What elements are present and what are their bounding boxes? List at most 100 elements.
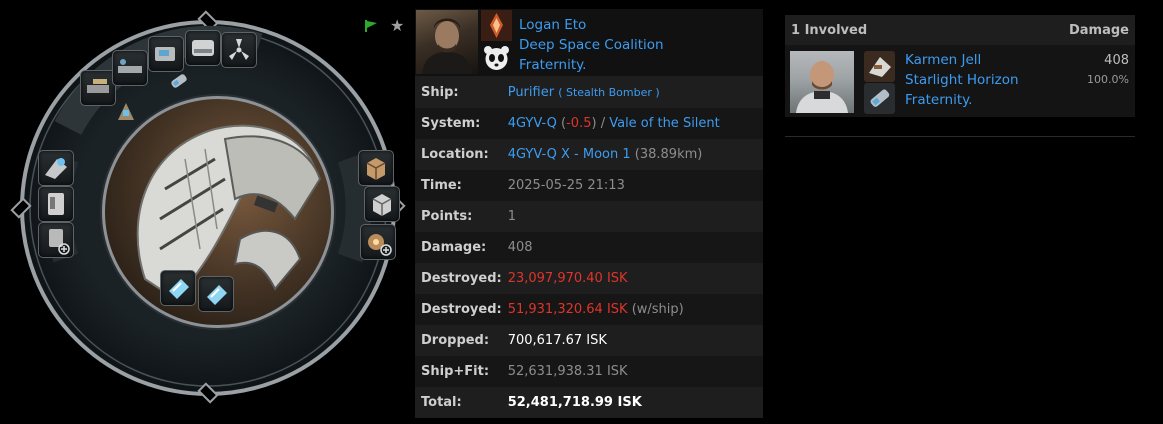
victim-header: Logan Eto Deep Space Coalition Fraternit… <box>415 9 763 77</box>
mid-slot-2[interactable] <box>38 186 74 222</box>
attacker-row: Karmen Jell Starlight Horizon Fraternity… <box>785 45 1135 117</box>
character-portrait-icon <box>796 61 848 113</box>
propeller-icon <box>229 39 249 60</box>
total-label: Total: <box>415 387 502 418</box>
involved-separator <box>785 136 1135 137</box>
cloak-icon <box>155 47 175 61</box>
attacker-portrait[interactable] <box>790 51 854 113</box>
kill-detail-panel: Logan Eto Deep Space Coalition Fraternit… <box>415 9 763 418</box>
attacker-name-link[interactable]: Karmen Jell <box>905 52 981 68</box>
ecm-icon <box>45 158 67 179</box>
high-slot-3[interactable] <box>148 36 184 72</box>
attacker-weapon-icon[interactable] <box>864 83 895 114</box>
location-distance: (38.89km) <box>634 147 703 162</box>
time-value: 2025-05-25 21:13 <box>501 170 763 201</box>
involved-count: 1 Involved <box>791 22 868 38</box>
time-label: Time: <box>415 170 502 201</box>
high-slot-4[interactable] <box>185 30 221 66</box>
destroyed-row: Destroyed: 23,097,970.40 ISK <box>415 263 763 294</box>
victim-name-link[interactable]: Logan Eto <box>519 17 586 33</box>
attacker-ship-icon[interactable] <box>864 51 895 82</box>
high-slot-5[interactable] <box>221 32 257 68</box>
destroyed-label: Destroyed: <box>415 263 502 294</box>
location-row: Location: 4GYV-Q X - Moon 1 (38.89km) <box>415 139 763 170</box>
weapon-charge-icon <box>870 89 890 107</box>
damage-column-header: Damage <box>1068 22 1129 38</box>
ship-name-link[interactable]: Purifier <box>508 85 554 100</box>
corporation-logo[interactable] <box>481 10 512 41</box>
time-row: Time: 2025-05-25 21:13 <box>415 170 763 201</box>
security-status: -0.5 <box>566 116 592 131</box>
ammo-crate-icon <box>368 234 392 256</box>
crystal-icon <box>207 285 227 305</box>
character-portrait-icon <box>422 18 472 74</box>
fitting-wheel: ★ <box>8 8 408 424</box>
region-link[interactable]: Vale of the Silent <box>609 116 720 131</box>
attacker-corporation-link[interactable]: Starlight Horizon <box>905 72 1019 88</box>
charge-slot-2[interactable] <box>198 276 234 312</box>
system-row: System: 4GYV-Q (-0.5) / Vale of the Sile… <box>415 108 763 139</box>
system-link[interactable]: 4GYV-Q <box>508 116 557 131</box>
involved-panel: 1 Involved Damage Karmen Jell Starlight … <box>785 15 1135 137</box>
corporation-logo-icon <box>481 10 512 41</box>
destroyed-value: 23,097,970.40 ISK <box>507 271 628 286</box>
kill-info-table: Ship: Purifier ( Stealth Bomber ) System… <box>415 77 763 418</box>
bomb-launcher-icon <box>192 40 214 56</box>
ship-class-link[interactable]: ( Stealth Bomber ) <box>558 86 659 99</box>
dropped-value: 700,617.67 ISK <box>507 333 607 348</box>
destroyed-with-ship-row: Destroyed: 51,931,320.64 ISK (w/ship) <box>415 294 763 325</box>
shipfit-row: Ship+Fit: 52,631,938.31 ISK <box>415 356 763 387</box>
cargo-slot-1[interactable] <box>358 150 394 186</box>
panda-logo-icon <box>481 43 512 74</box>
attacker-damage-percent: 100.0% <box>1087 73 1129 86</box>
attacker-alliance-link[interactable]: Fraternity. <box>905 92 972 108</box>
high-slot-2[interactable] <box>112 50 148 86</box>
star-icon[interactable]: ★ <box>390 16 404 35</box>
crystal-icon <box>169 279 189 299</box>
kill-flags: ★ <box>364 16 404 35</box>
victim-portrait[interactable] <box>416 10 478 74</box>
victim-alliance-link[interactable]: Fraternity. <box>519 57 586 73</box>
mid-slot-1[interactable] <box>38 150 74 186</box>
points-row: Points: 1 <box>415 201 763 232</box>
points-label: Points: <box>415 201 502 232</box>
green-flag-icon <box>365 19 377 32</box>
ship-row: Ship: Purifier ( Stealth Bomber ) <box>415 77 763 108</box>
victim-corporation-link[interactable]: Deep Space Coalition <box>519 37 664 53</box>
shipfit-label: Ship+Fit: <box>415 356 502 387</box>
victim-names: Logan Eto Deep Space Coalition Fraternit… <box>519 15 664 75</box>
mid-slot-3[interactable] <box>38 222 74 258</box>
charge-slot-1[interactable] <box>160 270 196 306</box>
damage-value: 408 <box>501 232 763 263</box>
launcher-icon <box>118 59 142 73</box>
attacker-names: Karmen Jell Starlight Horizon Fraternity… <box>905 50 1019 110</box>
dropped-label: Dropped: <box>415 325 502 356</box>
total-value: 52,481,718.99 ISK <box>507 395 642 410</box>
drone-icon[interactable] <box>114 100 138 124</box>
total-row: Total: 52,481,718.99 ISK <box>415 387 763 418</box>
points-value: 1 <box>501 201 763 232</box>
destroyed-ship-note: (w/ship) <box>631 302 684 317</box>
alliance-logo[interactable] <box>481 43 512 74</box>
location-link[interactable]: 4GYV-Q X - Moon 1 <box>508 147 631 162</box>
cargo-slot-2[interactable] <box>364 186 400 222</box>
destroyed-ship-label: Destroyed: <box>415 294 502 325</box>
cargo-crate-icon <box>372 194 392 216</box>
shield-module-icon <box>48 193 64 215</box>
high-slot-1[interactable] <box>80 70 116 106</box>
cargo-slot-3[interactable] <box>360 224 396 260</box>
ship-type-icon <box>864 51 895 82</box>
attacker-damage: 408 100.0% <box>1087 51 1129 89</box>
location-label: Location: <box>415 139 502 170</box>
destroyed-ship-value: 51,931,320.64 ISK <box>507 302 628 317</box>
shipfit-value: 52,631,938.31 ISK <box>501 356 763 387</box>
system-label: System: <box>415 108 502 139</box>
dropped-row: Dropped: 700,617.67 ISK <box>415 325 763 356</box>
cargo-crate-icon <box>366 158 386 180</box>
damage-row: Damage: 408 <box>415 232 763 263</box>
charge-icon[interactable] <box>168 70 190 92</box>
attacker-damage-value: 408 <box>1104 53 1129 68</box>
involved-header: 1 Involved Damage <box>785 15 1135 45</box>
ship-label: Ship: <box>415 77 502 108</box>
damage-label: Damage: <box>415 232 502 263</box>
